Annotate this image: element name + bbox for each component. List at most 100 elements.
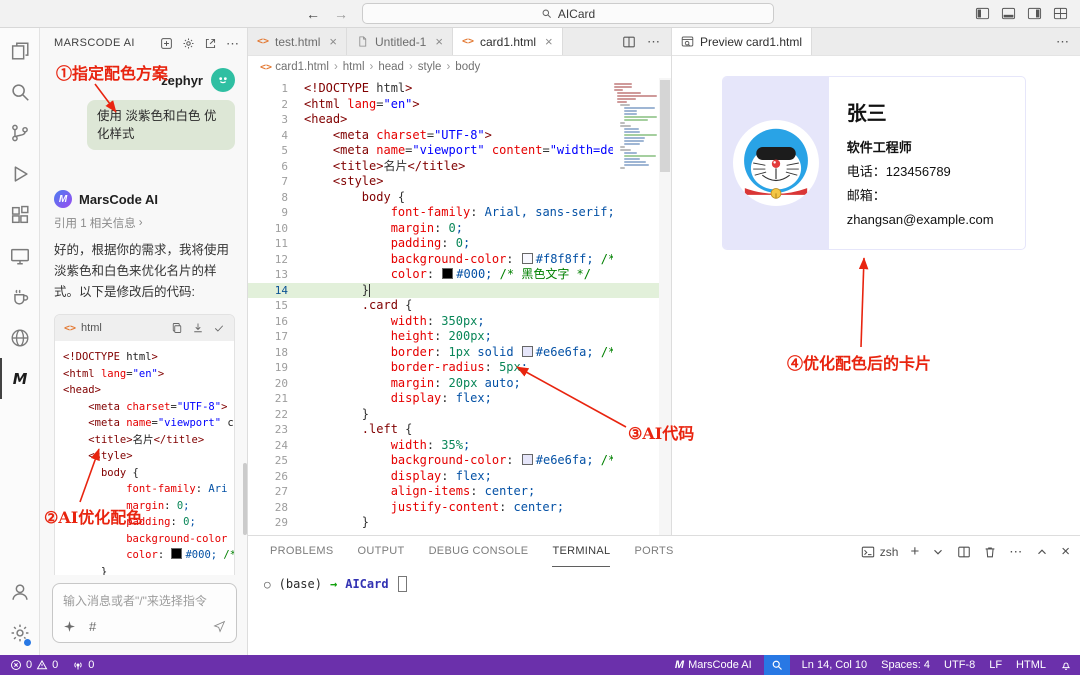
new-terminal-icon[interactable]: +: [910, 543, 919, 560]
panel-tab-ports[interactable]: PORTS: [634, 536, 673, 567]
remote-explorer-icon[interactable]: [0, 235, 39, 276]
split-terminal-icon[interactable]: [957, 545, 971, 559]
indentation[interactable]: Spaces: 4: [879, 655, 932, 675]
code-line-29[interactable]: 29 }: [248, 515, 671, 531]
status-search-button[interactable]: [764, 655, 790, 675]
extensions-icon[interactable]: [0, 194, 39, 235]
panel-tab-output[interactable]: OUTPUT: [358, 536, 405, 567]
code-line-21[interactable]: 21 display: flex;: [248, 391, 671, 407]
new-chat-icon[interactable]: [160, 37, 173, 50]
code-line-17[interactable]: 17 height: 200px;: [248, 329, 671, 345]
breadcrumb-item[interactable]: style: [418, 61, 442, 73]
code-line-2[interactable]: 2<html lang="en">: [248, 97, 671, 113]
code-line-23[interactable]: 23 .left {: [248, 422, 671, 438]
more-icon[interactable]: ⋯: [226, 37, 239, 50]
notifications-bell-icon[interactable]: [1058, 655, 1074, 675]
code-line-10[interactable]: 10 margin: 0;: [248, 221, 671, 237]
code-line-19[interactable]: 19 border-radius: 5px;: [248, 360, 671, 376]
code-line-26[interactable]: 26 display: flex;: [248, 469, 671, 485]
command-center-search[interactable]: AICard: [362, 3, 774, 24]
explorer-icon[interactable]: [0, 30, 39, 71]
code-line-4[interactable]: 4 <meta charset="UTF-8">: [248, 128, 671, 144]
code-line-3[interactable]: 3<head>: [248, 112, 671, 128]
customize-layout-icon[interactable]: [1053, 6, 1068, 21]
panel-tab-debug-console[interactable]: DEBUG CONSOLE: [429, 536, 529, 567]
chat-input-box[interactable]: #: [52, 583, 237, 643]
code-line-28[interactable]: 28 justify-content: center;: [248, 500, 671, 516]
code-line-13[interactable]: 13 color: #000; /* 黑色文字 */: [248, 267, 671, 283]
panel-tab-problems[interactable]: PROBLEMS: [270, 536, 334, 567]
chat-input-field[interactable]: [63, 594, 226, 608]
nav-back-icon[interactable]: ←: [306, 6, 320, 22]
code-block-content[interactable]: <!DOCTYPE html> <html lang="en"> <head> …: [55, 341, 234, 575]
account-icon[interactable]: [0, 571, 39, 612]
code-line-11[interactable]: 11 padding: 0;: [248, 236, 671, 252]
browser-preview-icon[interactable]: [0, 317, 39, 358]
code-line-27[interactable]: 27 align-items: center;: [248, 484, 671, 500]
code-line-9[interactable]: 9 font-family: Arial, sans-serif;: [248, 205, 671, 221]
tab-card1.html[interactable]: <>card1.html×: [453, 28, 563, 55]
code-line-20[interactable]: 20 margin: 20px auto;: [248, 376, 671, 392]
context-icon[interactable]: #: [89, 619, 96, 634]
apply-code-icon[interactable]: [213, 322, 225, 334]
code-line-16[interactable]: 16 width: 350px;: [248, 314, 671, 330]
code-line-15[interactable]: 15 .card {: [248, 298, 671, 314]
code-line-5[interactable]: 5 <meta name="viewport" content="width=d…: [248, 143, 671, 159]
eol[interactable]: LF: [987, 655, 1004, 675]
reference-link[interactable]: 引用 1 相关信息 ›: [54, 215, 237, 231]
send-icon[interactable]: [213, 620, 226, 633]
sidebar-scrollbar[interactable]: [243, 463, 247, 535]
problems-status[interactable]: 0 0: [8, 655, 60, 675]
language-mode[interactable]: HTML: [1014, 655, 1048, 675]
code-editor[interactable]: 1<!DOCTYPE html>2<html lang="en">3<head>…: [248, 78, 671, 535]
settings-icon[interactable]: [182, 37, 195, 50]
source-control-icon[interactable]: [0, 112, 39, 153]
marscode-icon[interactable]: M: [0, 358, 39, 399]
cursor-position[interactable]: Ln 14, Col 10: [800, 655, 869, 675]
more-icon[interactable]: ⋯: [647, 34, 661, 50]
run-debug-icon[interactable]: [0, 153, 39, 194]
code-line-6[interactable]: 6 <title>名片</title>: [248, 159, 671, 175]
tab-Untitled-1[interactable]: Untitled-1×: [347, 28, 453, 55]
terminal-shell-select[interactable]: zsh: [861, 545, 899, 559]
nav-forward-icon[interactable]: →: [334, 6, 348, 22]
toggle-sidebar-right-icon[interactable]: [1027, 6, 1042, 21]
copy-code-icon[interactable]: [171, 322, 183, 334]
code-line-24[interactable]: 24 width: 35%;: [248, 438, 671, 454]
close-icon[interactable]: ×: [329, 34, 337, 49]
marscode-status[interactable]: M MarsCode AI: [673, 655, 754, 675]
code-line-12[interactable]: 12 background-color: #f8f8ff; /* 淡紫色: [248, 252, 671, 268]
settings-icon[interactable]: [0, 612, 39, 653]
minimap[interactable]: [614, 83, 658, 170]
code-line-22[interactable]: 22 }: [248, 407, 671, 423]
code-line-14[interactable]: 14 }: [248, 283, 671, 299]
code-line-18[interactable]: 18 border: 1px solid #e6e6fa; /* 淡紫色: [248, 345, 671, 361]
tab-test.html[interactable]: <>test.html×: [248, 28, 347, 55]
close-panel-icon[interactable]: ×: [1061, 543, 1070, 560]
encoding[interactable]: UTF-8: [942, 655, 977, 675]
code-line-25[interactable]: 25 background-color: #e6e6fa; /* 淡紫: [248, 453, 671, 469]
search-icon[interactable]: [0, 71, 39, 112]
code-line-1[interactable]: 1<!DOCTYPE html>: [248, 81, 671, 97]
insert-code-icon[interactable]: [192, 322, 204, 334]
toggle-panel-icon[interactable]: [1001, 6, 1016, 21]
panel-tab-terminal[interactable]: TERMINAL: [552, 536, 610, 567]
toggle-sidebar-left-icon[interactable]: [975, 6, 990, 21]
breadcrumb-item[interactable]: <> card1.html: [260, 61, 329, 73]
breadcrumb-item[interactable]: body: [455, 61, 480, 73]
ports-status[interactable]: 0: [70, 655, 96, 675]
commands-icon[interactable]: [63, 620, 76, 633]
split-editor-icon[interactable]: [622, 35, 636, 49]
live-server-icon[interactable]: [0, 276, 39, 317]
close-icon[interactable]: ×: [545, 34, 553, 49]
terminal-content[interactable]: ○ (base) → AICard: [248, 567, 1080, 592]
chevron-up-icon[interactable]: [1035, 545, 1049, 559]
code-line-7[interactable]: 7 <style>: [248, 174, 671, 190]
editor-scrollbar-thumb[interactable]: [660, 80, 670, 172]
open-in-editor-icon[interactable]: [204, 37, 217, 50]
breadcrumb-item[interactable]: head: [378, 61, 404, 73]
chevron-down-icon[interactable]: [931, 545, 945, 559]
breadcrumb-item[interactable]: html: [343, 61, 365, 73]
code-line-8[interactable]: 8 body {: [248, 190, 671, 206]
tab-preview-card1[interactable]: Preview card1.html: [672, 28, 812, 55]
